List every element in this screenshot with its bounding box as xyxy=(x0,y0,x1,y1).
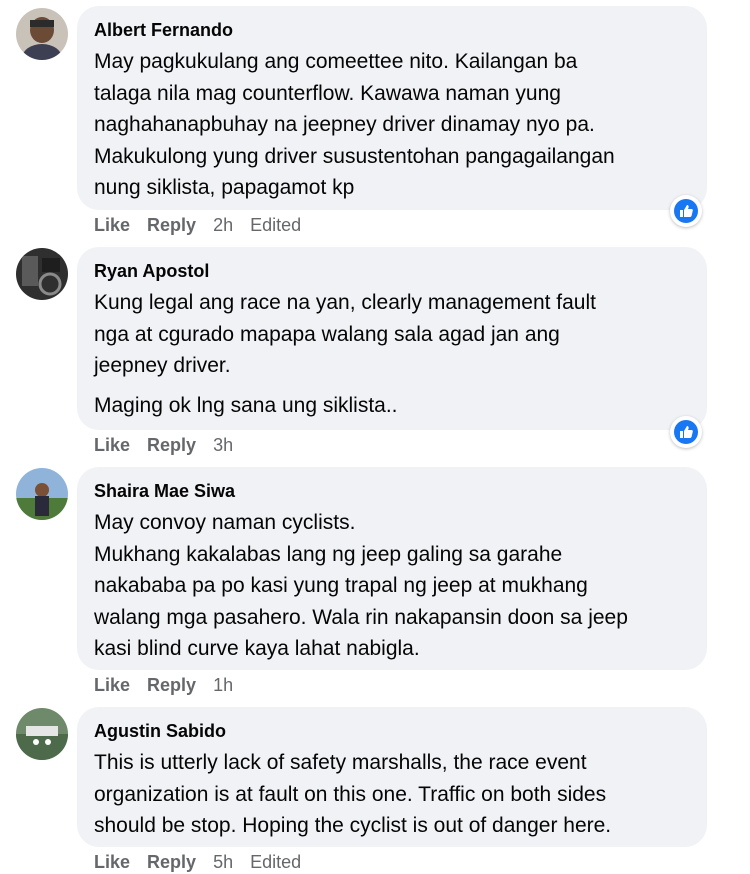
comment-author[interactable]: Ryan Apostol xyxy=(94,259,689,283)
comment-text-line: May convoy naman cyclists. xyxy=(94,511,356,534)
like-button[interactable]: Like xyxy=(94,433,130,457)
comment-text-line: nga at cgurado mapapa walang sala agad j… xyxy=(94,322,560,346)
comment-bubble: Albert Fernando May pagkukulang ang come… xyxy=(77,6,707,210)
comment-bubble: Ryan Apostol Kung legal ang race na yan,… xyxy=(77,247,707,430)
comment-text-line: should be stop. Hoping the cyclist is ou… xyxy=(94,814,612,837)
like-icon xyxy=(674,420,698,444)
comment-timestamp[interactable]: 5h xyxy=(213,850,233,874)
like-button[interactable]: Like xyxy=(94,673,130,697)
comment-text-line: Maging ok lng sana ung siklista.. xyxy=(94,393,398,417)
comment-actions: Like Reply 3h xyxy=(94,433,250,457)
comment-text-line: Kung legal ang race na yan, clearly mana… xyxy=(94,291,596,314)
comment-author[interactable]: Shaira Mae Siwa xyxy=(94,479,689,503)
comment-text-line: nung siklista, papagamot kp xyxy=(94,176,355,199)
avatar[interactable] xyxy=(16,8,68,60)
avatar[interactable] xyxy=(16,708,68,760)
comment-author[interactable]: Albert Fernando xyxy=(94,18,689,42)
comment-bubble: Agustin Sabido This is utterly lack of s… xyxy=(77,707,707,847)
avatar[interactable] xyxy=(16,468,68,520)
comment-text-line: nakababa pa po kasi yung trapal ng jeep … xyxy=(94,574,588,597)
edited-label: Edited xyxy=(250,852,302,872)
reply-button[interactable]: Reply xyxy=(147,213,196,237)
reaction-badge[interactable] xyxy=(670,416,702,448)
comment-text-line: jeepney driver. xyxy=(94,354,231,377)
comment-text-line: Makukulong yung driver susustentohan pan… xyxy=(94,144,615,168)
like-button[interactable]: Like xyxy=(94,850,130,874)
reaction-badge[interactable] xyxy=(670,195,702,227)
reply-button[interactable]: Reply xyxy=(147,673,196,697)
comment-actions: Like Reply 1h xyxy=(94,673,250,697)
comment-text-line: May pagkukulang ang comeettee nito. Kail… xyxy=(94,50,578,73)
edited-label: Edited xyxy=(250,215,302,235)
comment-text-line: This is utterly lack of safety marshalls… xyxy=(94,751,587,774)
comment-text-line: talaga nila mag counterflow. Kawawa nama… xyxy=(94,81,561,105)
like-icon xyxy=(674,199,698,223)
comment-actions: Like Reply 5h Edited xyxy=(94,850,318,874)
comment-timestamp[interactable]: 3h xyxy=(213,433,233,457)
like-button[interactable]: Like xyxy=(94,213,130,237)
comment-text-line: organization is at fault on this one. Tr… xyxy=(94,782,607,806)
comment-timestamp[interactable]: 1h xyxy=(213,673,233,697)
comment-timestamp[interactable]: 2h xyxy=(213,213,233,237)
comment-text-line: Mukhang kakalabas lang ng jeep galing sa… xyxy=(94,542,563,566)
reply-button[interactable]: Reply xyxy=(147,433,196,457)
comment-author[interactable]: Agustin Sabido xyxy=(94,719,689,743)
comment-text-line: naghahanapbuhay na jeepney driver dinama… xyxy=(94,113,595,136)
avatar[interactable] xyxy=(16,248,68,300)
comment-text-line: kasi blind curve kaya lahat nabigla. xyxy=(94,637,420,660)
comment-text-line: walang mga pasahero. Wala rin nakapansin… xyxy=(94,605,628,629)
comment-bubble: Shaira Mae Siwa May convoy naman cyclist… xyxy=(77,467,707,670)
reply-button[interactable]: Reply xyxy=(147,850,196,874)
comment-actions: Like Reply 2h Edited xyxy=(94,213,318,237)
